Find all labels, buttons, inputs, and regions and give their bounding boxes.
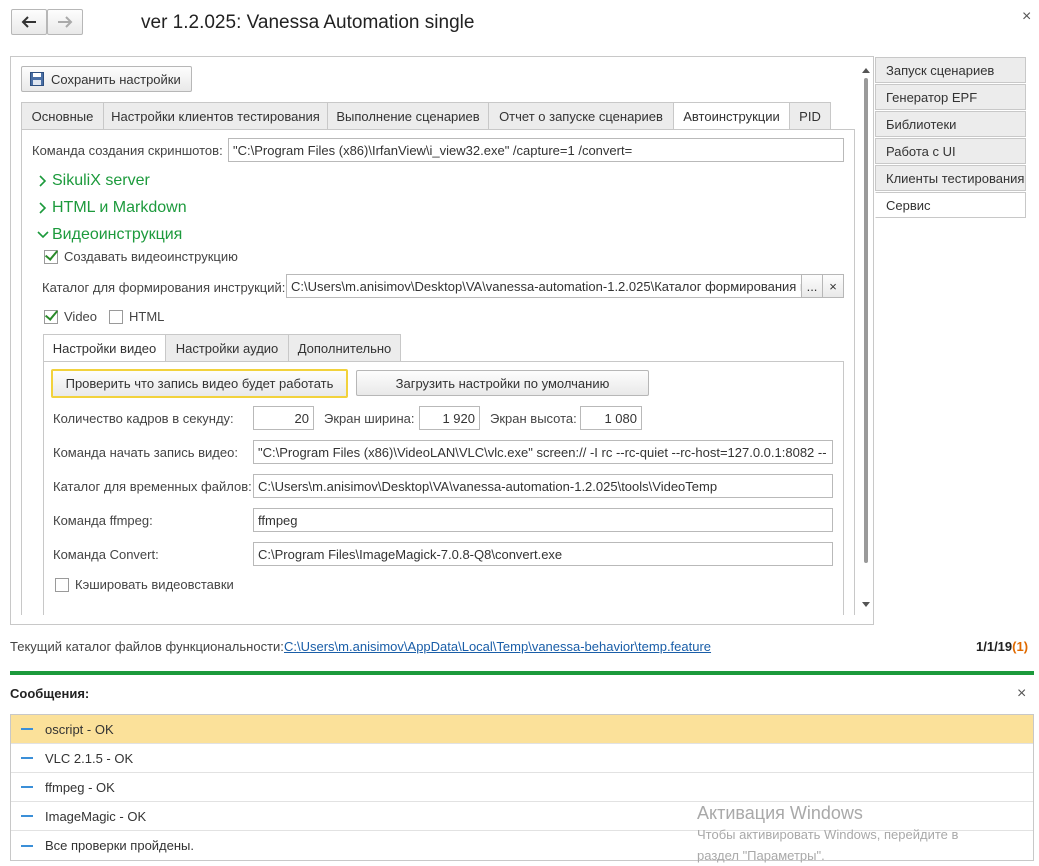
catalog-field[interactable]: C:\Users\m.anisimov\Desktop\VA\vanessa-a… bbox=[286, 274, 802, 298]
right-tab-test-clients[interactable]: Клиенты тестирования bbox=[875, 165, 1026, 191]
current-dir-label: Текущий каталог файлов функциональности: bbox=[10, 639, 284, 654]
message-text: oscript - OK bbox=[45, 721, 114, 737]
forward-button[interactable] bbox=[47, 9, 83, 35]
arrow-left-icon bbox=[21, 16, 36, 28]
convert-label: Команда Convert: bbox=[53, 547, 159, 562]
message-text: ffmpeg - OK bbox=[45, 779, 115, 795]
activation-watermark: Активация Windows Чтобы активировать Win… bbox=[697, 802, 958, 866]
message-row[interactable]: oscript - OK bbox=[11, 715, 1033, 744]
window-title: ver 1.2.025: Vanessa Automation single bbox=[141, 12, 475, 33]
dash-icon bbox=[21, 728, 33, 730]
message-text: Все проверки пройдены. bbox=[45, 838, 195, 853]
dash-icon bbox=[21, 844, 33, 847]
dash-icon bbox=[21, 757, 33, 759]
current-dir-link[interactable]: C:\Users\m.anisimov\AppData\Local\Temp\v… bbox=[284, 639, 711, 654]
start-cmd-field[interactable]: "C:\Program Files (x86)\VideoLAN\VLC\vlc… bbox=[253, 440, 833, 464]
screen-width-field[interactable]: 1 920 bbox=[419, 406, 480, 430]
group-video[interactable]: Видеоинструкция bbox=[34, 226, 182, 244]
run-counter-main: 1/1/19 bbox=[976, 639, 1013, 654]
group-html-markdown-label: HTML и Markdown bbox=[52, 199, 187, 216]
right-tab-service[interactable]: Сервис bbox=[875, 192, 1026, 218]
activation-title: Активация Windows bbox=[697, 803, 863, 823]
video-checkbox-label: Video bbox=[64, 309, 98, 324]
message-text: VLC 2.1.5 - OK bbox=[45, 750, 134, 766]
activation-line1: Чтобы активировать Windows, перейдите в bbox=[697, 827, 959, 842]
back-button[interactable] bbox=[11, 9, 47, 35]
tab-additional[interactable]: Дополнительно bbox=[288, 334, 401, 362]
ffmpeg-field[interactable]: ffmpeg bbox=[253, 508, 833, 532]
arrow-right-icon bbox=[58, 16, 73, 28]
floppy-disk-icon bbox=[30, 72, 44, 86]
catalog-browse-button[interactable]: ... bbox=[801, 274, 823, 298]
divider bbox=[10, 671, 1034, 675]
save-settings-button[interactable]: Сохранить настройки bbox=[21, 66, 192, 92]
screenshot-cmd-label: Команда создания скриншотов: bbox=[32, 143, 223, 158]
chevron-down-icon bbox=[37, 231, 49, 239]
scrollbar[interactable] bbox=[861, 66, 871, 614]
message-row[interactable]: VLC 2.1.5 - OK bbox=[11, 744, 1033, 773]
group-sikulix[interactable]: SikuliX server bbox=[34, 172, 150, 190]
tab-pid[interactable]: PID bbox=[789, 102, 831, 130]
start-cmd-label: Команда начать запись видео: bbox=[53, 445, 238, 460]
tab-osnovnye[interactable]: Основные bbox=[21, 102, 104, 130]
create-video-checkbox[interactable] bbox=[44, 250, 58, 264]
activation-line2: раздел "Параметры". bbox=[697, 848, 825, 863]
messages-title: Сообщения: bbox=[10, 686, 90, 701]
screen-width-label: Экран ширина: bbox=[324, 411, 415, 426]
create-video-label: Создавать видеоинструкцию bbox=[64, 249, 238, 264]
right-tab-ui[interactable]: Работа с UI bbox=[875, 138, 1026, 164]
convert-field[interactable]: C:\Program Files\ImageMagick-7.0.8-Q8\co… bbox=[253, 542, 833, 566]
run-counter: 1/1/19(1) bbox=[976, 639, 1028, 654]
tab-client-settings[interactable]: Настройки клиентов тестирования bbox=[103, 102, 328, 130]
check-video-button[interactable]: Проверить что запись видео будет работат… bbox=[51, 369, 348, 398]
chevron-right-icon bbox=[39, 175, 47, 187]
right-tab-libraries[interactable]: Библиотеки bbox=[875, 111, 1026, 137]
tab-video-settings[interactable]: Настройки видео bbox=[43, 334, 166, 362]
screen-height-label: Экран высота: bbox=[490, 411, 577, 426]
group-html-markdown[interactable]: HTML и Markdown bbox=[34, 199, 187, 217]
tab-run-report[interactable]: Отчет о запуске сценариев bbox=[488, 102, 674, 130]
run-counter-extra: (1) bbox=[1012, 639, 1029, 654]
screen-height-field[interactable]: 1 080 bbox=[580, 406, 642, 430]
screenshot-cmd-field[interactable]: "C:\Program Files (x86)\IrfanView\i_view… bbox=[228, 138, 844, 162]
save-settings-label: Сохранить настройки bbox=[51, 71, 181, 87]
scroll-down-icon[interactable] bbox=[862, 602, 870, 607]
tab-autoinstructions[interactable]: Автоинструкции bbox=[673, 102, 790, 130]
scroll-up-icon[interactable] bbox=[862, 68, 870, 73]
catalog-clear-button[interactable]: × bbox=[822, 274, 844, 298]
html-checkbox-label: HTML bbox=[129, 309, 165, 324]
video-checkbox[interactable] bbox=[44, 310, 58, 324]
message-row[interactable]: ffmpeg - OK bbox=[11, 773, 1033, 802]
tab-execution[interactable]: Выполнение сценариев bbox=[327, 102, 489, 130]
right-tab-epf-generator[interactable]: Генератор EPF bbox=[875, 84, 1026, 110]
catalog-label: Каталог для формирования инструкций: bbox=[42, 280, 286, 295]
scroll-thumb[interactable] bbox=[864, 78, 868, 563]
dash-icon bbox=[21, 786, 33, 788]
fps-field[interactable]: 20 bbox=[253, 406, 314, 430]
html-checkbox[interactable] bbox=[109, 310, 123, 324]
dash-icon bbox=[21, 815, 33, 817]
fps-label: Количество кадров в секунду: bbox=[53, 411, 234, 426]
temp-dir-label: Каталог для временных файлов: bbox=[53, 479, 252, 494]
group-video-label: Видеоинструкция bbox=[52, 226, 183, 243]
chevron-right-icon bbox=[39, 202, 47, 214]
temp-dir-field[interactable]: C:\Users\m.anisimov\Desktop\VA\vanessa-a… bbox=[253, 474, 833, 498]
messages-close-icon[interactable]: × bbox=[1017, 685, 1026, 703]
cache-video-label: Кэшировать видеовставки bbox=[75, 577, 234, 592]
group-sikulix-label: SikuliX server bbox=[52, 172, 150, 189]
right-tab-run-scenarios[interactable]: Запуск сценариев bbox=[875, 57, 1026, 83]
tab-audio-settings[interactable]: Настройки аудио bbox=[165, 334, 289, 362]
close-window-icon[interactable]: × bbox=[1022, 8, 1031, 26]
message-text: ImageMagic - OK bbox=[45, 808, 147, 824]
ffmpeg-label: Команда ffmpeg: bbox=[53, 513, 153, 528]
load-defaults-button[interactable]: Загрузить настройки по умолчанию bbox=[356, 370, 649, 396]
cache-video-checkbox[interactable] bbox=[55, 578, 69, 592]
